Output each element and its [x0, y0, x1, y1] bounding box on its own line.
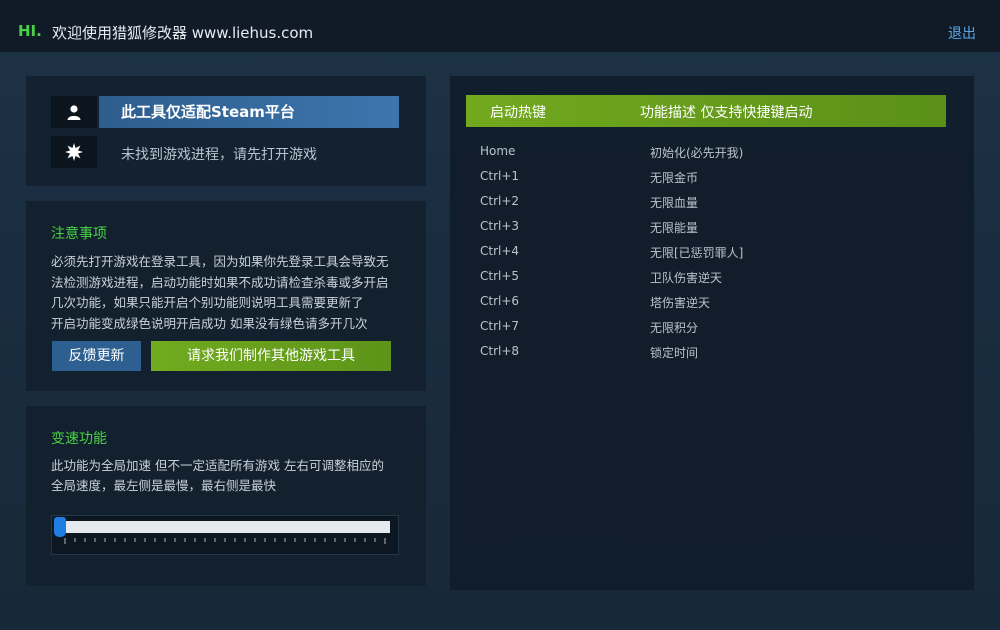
hotkey-key: Ctrl+6 — [480, 294, 520, 308]
hotkey-panel: 启动热键 功能描述 仅支持快捷键启动 Home 初始化(必先开我) Ctrl+1… — [450, 76, 974, 590]
hotkey-row-ctrl5[interactable]: Ctrl+5 卫队伤害逆天 — [480, 269, 940, 291]
hotkey-desc: 无限血量 — [650, 196, 699, 210]
hotkey-desc: 无限能量 — [650, 221, 699, 235]
notice-line: 必须先打开游戏在登录工具，因为如果你先登录工具会导致无 — [51, 254, 389, 269]
hotkey-key: Ctrl+8 — [480, 344, 520, 358]
notice-panel: 注意事项 必须先打开游戏在登录工具，因为如果你先登录工具会导致无 法检测游戏进程… — [26, 201, 426, 391]
hotkey-key: Ctrl+5 — [480, 269, 520, 283]
logout-link[interactable]: 退出 — [948, 23, 976, 43]
hotkey-desc: 卫队伤害逆天 — [650, 271, 723, 285]
hotkey-row-ctrl8[interactable]: Ctrl+8 锁定时间 — [480, 344, 940, 366]
notice-line: 法检测游戏进程，启动功能时如果不成功请检查杀毒或多开启 — [51, 274, 389, 290]
hotkey-key: Home — [480, 144, 516, 158]
hi-text: HI. — [18, 22, 42, 40]
hotkey-desc: 无限积分 — [650, 321, 699, 335]
title-bar: HI. 欢迎使用猎狐修改器 www.liehus.com 退出 — [0, 0, 1000, 52]
speed-slider[interactable] — [51, 515, 399, 555]
gear-burst-icon — [51, 136, 97, 168]
hotkey-key: Ctrl+7 — [480, 319, 520, 333]
hotkey-column-key: 启动热键 — [490, 105, 546, 121]
hotkey-desc: 初始化(必先开我) — [650, 146, 744, 160]
hotkey-desc: 锁定时间 — [650, 346, 699, 360]
slider-thumb[interactable] — [54, 517, 66, 537]
speed-panel: 变速功能 此功能为全局加速 但不一定适配所有游戏 左右可调整相应的 全局速度，最… — [26, 406, 426, 586]
notice-title: 注意事项 — [51, 226, 107, 242]
hotkey-desc: 塔伤害逆天 — [650, 296, 711, 310]
hotkey-key: Ctrl+3 — [480, 219, 520, 233]
slider-track[interactable] — [60, 521, 390, 533]
hotkey-row-home[interactable]: Home 初始化(必先开我) — [480, 144, 940, 166]
hotkey-header: 启动热键 功能描述 仅支持快捷键启动 — [466, 95, 946, 127]
hotkey-desc: 无限金币 — [650, 171, 699, 185]
hotkey-row-ctrl3[interactable]: Ctrl+3 无限能量 — [480, 219, 940, 241]
hotkey-column-desc: 功能描述 仅支持快捷键启动 — [640, 105, 813, 121]
hotkey-key: Ctrl+1 — [480, 169, 520, 183]
platform-banner: 此工具仅适配Steam平台 — [99, 96, 399, 128]
notice-body: 必须先打开游戏在登录工具，因为如果你先登录工具会导致无 法检测游戏进程，启动功能… — [51, 252, 411, 334]
hotkey-key: Ctrl+2 — [480, 194, 520, 208]
speed-title: 变速功能 — [51, 431, 107, 447]
notice-line: 开启功能变成绿色说明开启成功 如果没有绿色请多开几次 — [51, 315, 368, 331]
process-status: 未找到游戏进程，请先打开游戏 — [121, 147, 317, 163]
slider-ticks — [64, 538, 386, 544]
hotkey-row-ctrl2[interactable]: Ctrl+2 无限血量 — [480, 194, 940, 216]
hotkey-row-ctrl6[interactable]: Ctrl+6 塔伤害逆天 — [480, 294, 940, 316]
hotkey-row-ctrl1[interactable]: Ctrl+1 无限金币 — [480, 169, 940, 191]
platform-panel: 此工具仅适配Steam平台 未找到游戏进程，请先打开游戏 — [26, 76, 426, 186]
user-icon — [51, 96, 97, 128]
hotkey-desc: 无限[已惩罚罪人] — [650, 246, 744, 260]
speed-line: 全局速度，最左侧是最慢，最右侧是最快 — [51, 478, 277, 493]
feedback-update-button[interactable]: 反馈更新 — [52, 341, 141, 371]
speed-description: 此功能为全局加速 但不一定适配所有游戏 左右可调整相应的 全局速度，最左侧是最慢… — [51, 456, 411, 496]
welcome-title: 欢迎使用猎狐修改器 www.liehus.com — [52, 24, 314, 42]
hotkey-row-ctrl4[interactable]: Ctrl+4 无限[已惩罚罪人] — [480, 244, 940, 266]
speed-line: 此功能为全局加速 但不一定适配所有游戏 左右可调整相应的 — [51, 458, 384, 473]
request-tool-button[interactable]: 请求我们制作其他游戏工具 — [151, 341, 391, 371]
notice-line: 几次功能，如果只能开启个别功能则说明工具需要更新了 — [51, 295, 364, 310]
hotkey-key: Ctrl+4 — [480, 244, 520, 258]
hotkey-row-ctrl7[interactable]: Ctrl+7 无限积分 — [480, 319, 940, 341]
